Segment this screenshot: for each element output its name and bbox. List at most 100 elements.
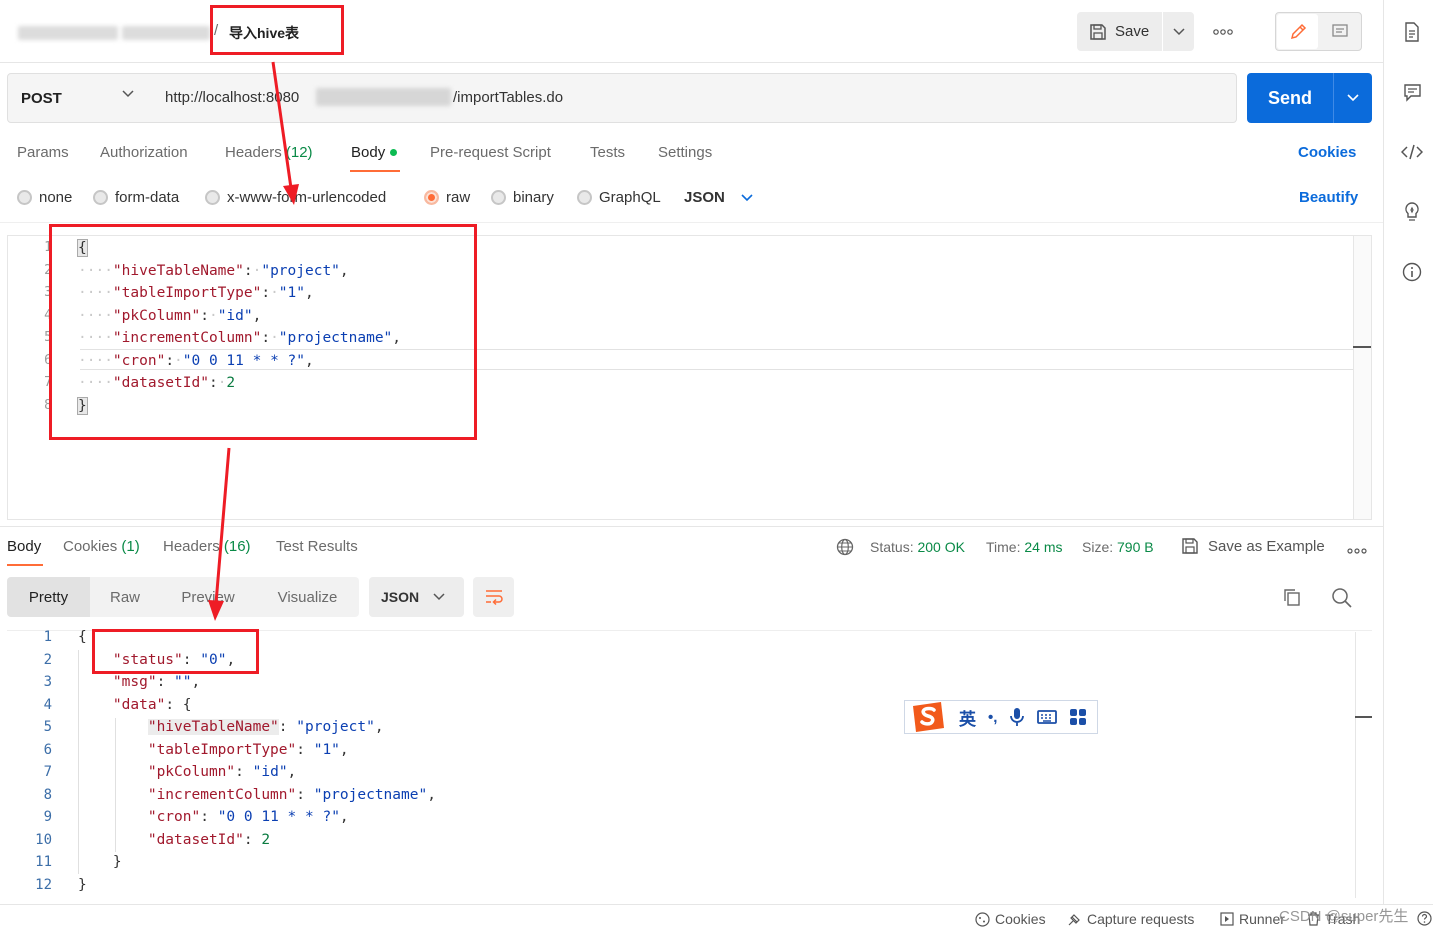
radio-none[interactable]: none bbox=[17, 189, 72, 206]
save-as-example-button[interactable]: Save as Example bbox=[1181, 537, 1325, 555]
footer-cookies-button[interactable]: Cookies bbox=[975, 911, 1046, 927]
save-button[interactable]: Save bbox=[1077, 12, 1162, 51]
view-mode-pretty[interactable]: Pretty bbox=[7, 577, 90, 617]
lightbulb-icon bbox=[1405, 202, 1419, 221]
tab-params[interactable]: Params bbox=[17, 144, 69, 161]
tab-pre-request-script[interactable]: Pre-request Script bbox=[430, 144, 551, 161]
editor-scrollbar[interactable] bbox=[1353, 236, 1371, 519]
send-button[interactable]: Send bbox=[1247, 73, 1333, 123]
code-snippet-button[interactable] bbox=[1398, 138, 1426, 166]
view-mode-preview[interactable]: Preview bbox=[160, 577, 256, 617]
json-key: "incrementColumn" bbox=[147, 786, 297, 803]
tab-headers[interactable]: Headers (12) bbox=[225, 144, 313, 161]
radio-urlencoded[interactable]: x-www-form-urlencoded bbox=[205, 189, 386, 206]
tab-body[interactable]: Body bbox=[351, 144, 398, 161]
more-options-button[interactable] bbox=[1208, 20, 1238, 44]
tab-settings[interactable]: Settings bbox=[658, 144, 712, 161]
line-number: 4 bbox=[43, 696, 52, 713]
capture-requests-label: Capture requests bbox=[1087, 911, 1195, 927]
info-button[interactable] bbox=[1398, 258, 1426, 286]
collection-path-blurred[interactable] bbox=[122, 26, 210, 40]
json-key: "data" bbox=[112, 696, 166, 713]
status-bar bbox=[0, 904, 1433, 931]
radio-form-data[interactable]: form-data bbox=[93, 189, 179, 206]
runner-button[interactable]: Runner bbox=[1220, 911, 1285, 927]
footer-cookies-label: Cookies bbox=[995, 911, 1046, 927]
json-value: 2 bbox=[261, 831, 271, 848]
response-more-button[interactable] bbox=[1347, 541, 1367, 557]
line-number: 5 bbox=[43, 719, 52, 735]
response-tab-body[interactable]: Body bbox=[7, 538, 41, 555]
response-tab-test-results[interactable]: Test Results bbox=[276, 538, 358, 555]
json-value: "id" bbox=[252, 764, 288, 780]
save-icon bbox=[1090, 23, 1106, 40]
response-format-select[interactable]: JSON bbox=[369, 577, 464, 617]
response-tab-underline bbox=[7, 564, 43, 566]
microphone-icon[interactable] bbox=[1009, 707, 1025, 727]
search-icon[interactable] bbox=[1331, 587, 1352, 608]
chevron-down-icon bbox=[122, 90, 134, 98]
document-icon bbox=[1405, 22, 1419, 42]
radio-raw[interactable]: raw bbox=[424, 189, 470, 206]
comments-button[interactable] bbox=[1398, 78, 1426, 106]
send-dropdown-button[interactable] bbox=[1333, 73, 1372, 123]
radio-binary[interactable]: binary bbox=[491, 189, 554, 206]
url-input[interactable] bbox=[151, 73, 1237, 123]
body-format-select[interactable]: JSON bbox=[684, 189, 753, 206]
documentation-button[interactable] bbox=[1398, 18, 1426, 46]
size-readout: Size: 790 B bbox=[1082, 539, 1154, 555]
suggestions-button[interactable] bbox=[1398, 198, 1426, 226]
copy-icon[interactable] bbox=[1282, 587, 1302, 607]
code-line: "data": { bbox=[112, 696, 192, 713]
code-line: "tableImportType": "1", bbox=[147, 741, 349, 758]
tab-headers-label: Headers bbox=[225, 144, 282, 161]
toolbox-grid-icon[interactable] bbox=[1069, 708, 1087, 726]
beautify-link[interactable]: Beautify bbox=[1299, 189, 1358, 206]
ime-toolbar[interactable]: 英 •, bbox=[904, 700, 1098, 734]
radio-circle bbox=[17, 190, 32, 205]
ime-language[interactable]: 英 bbox=[959, 705, 976, 730]
method-select[interactable]: POST bbox=[7, 73, 152, 123]
response-tab-cookies[interactable]: Cookies (1) bbox=[63, 538, 140, 555]
wrap-lines-button[interactable] bbox=[473, 577, 514, 617]
radio-none-label: none bbox=[39, 189, 73, 206]
line-number: 12 bbox=[35, 876, 52, 893]
chevron-down-icon bbox=[1347, 94, 1359, 102]
cookies-link[interactable]: Cookies bbox=[1298, 144, 1356, 161]
code-line: } bbox=[78, 874, 436, 897]
view-mode-raw[interactable]: Raw bbox=[90, 577, 160, 617]
tab-tests[interactable]: Tests bbox=[590, 144, 625, 161]
comment-mode-button[interactable] bbox=[1320, 14, 1360, 49]
annotation-box-request-body bbox=[49, 224, 477, 440]
keyboard-icon[interactable] bbox=[1037, 709, 1058, 725]
annotation-box-title bbox=[210, 5, 344, 55]
radio-graphql[interactable]: GraphQL bbox=[577, 189, 661, 206]
save-label: Save bbox=[1115, 23, 1150, 40]
wrap-lines-icon bbox=[485, 590, 503, 606]
workspace-path-blurred[interactable] bbox=[18, 26, 118, 40]
radio-circle bbox=[93, 190, 108, 205]
line-number: 2 bbox=[43, 651, 52, 668]
ime-punctuation[interactable]: •, bbox=[988, 709, 997, 726]
edit-mode-button[interactable] bbox=[1277, 14, 1318, 49]
json-key: "msg" bbox=[112, 674, 157, 690]
response-scrollbar[interactable] bbox=[1355, 632, 1356, 898]
save-dropdown-button[interactable] bbox=[1163, 12, 1194, 51]
response-tab-headers[interactable]: Headers (16) bbox=[163, 538, 251, 555]
json-key: "hiveTableName" bbox=[147, 719, 279, 735]
body-format-label: JSON bbox=[684, 189, 725, 206]
capture-requests-button[interactable]: Capture requests bbox=[1067, 911, 1194, 927]
tab-authorization[interactable]: Authorization bbox=[100, 144, 188, 161]
code-line: "incrementColumn": "projectname", bbox=[147, 786, 436, 803]
view-mode-visualize[interactable]: Visualize bbox=[256, 577, 359, 617]
code-line: "cron": "0 0 11 * * ?", bbox=[147, 809, 349, 825]
tab-body-label: Body bbox=[351, 144, 386, 161]
chevron-down-icon bbox=[1172, 27, 1185, 35]
globe-icon[interactable] bbox=[836, 538, 854, 556]
line-number: 8 bbox=[43, 786, 52, 803]
url-text-suffix: /importTables.do bbox=[453, 89, 564, 106]
headers-label: Headers bbox=[163, 538, 220, 555]
response-divider bbox=[0, 526, 1383, 527]
help-button[interactable] bbox=[1417, 911, 1432, 929]
help-icon bbox=[1417, 911, 1432, 926]
